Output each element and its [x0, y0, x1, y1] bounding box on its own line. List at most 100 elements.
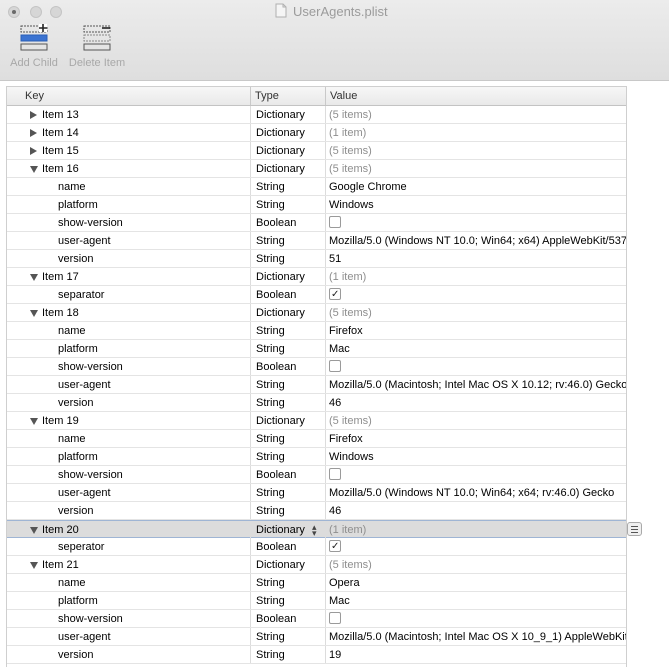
key-cell[interactable]: Item 15 — [7, 142, 251, 159]
disclosure-triangle-expanded-icon[interactable] — [30, 527, 38, 534]
key-cell[interactable]: Item 17 — [7, 268, 251, 285]
key-cell[interactable]: platform — [7, 196, 251, 213]
key-cell[interactable]: version — [7, 394, 251, 411]
checkbox-unchecked[interactable] — [329, 612, 341, 625]
disclosure-triangle-expanded-icon[interactable] — [30, 166, 38, 173]
value-cell[interactable]: Mozilla/5.0 (Windows NT 10.0; Win64; x64… — [326, 484, 626, 501]
type-cell[interactable]: String — [251, 646, 326, 663]
value-cell[interactable]: (5 items) — [326, 304, 626, 321]
table-row[interactable]: show-version Boolean — [7, 610, 626, 628]
type-cell[interactable]: Dictionary — [251, 268, 326, 285]
type-cell[interactable]: Boolean — [251, 466, 326, 483]
disclosure-triangle-expanded-icon[interactable] — [30, 418, 38, 425]
type-cell[interactable]: Boolean — [251, 538, 326, 555]
row-options-button[interactable] — [627, 522, 642, 536]
type-cell[interactable]: String — [251, 394, 326, 411]
disclosure-triangle-collapsed-icon[interactable] — [30, 111, 37, 119]
table-row[interactable]: platform String Windows — [7, 196, 626, 214]
key-cell[interactable]: show-version — [7, 214, 251, 231]
type-cell[interactable]: String — [251, 502, 326, 519]
table-row[interactable]: Item 14 Dictionary (1 item) — [7, 124, 626, 142]
table-row[interactable]: user-agent String Mozilla/5.0 (Windows NT … — [7, 484, 626, 502]
type-cell[interactable]: String — [251, 322, 326, 339]
key-cell[interactable]: version — [7, 502, 251, 519]
value-cell[interactable]: Mozilla/5.0 (Macintosh; Intel Mac OS X 1… — [326, 376, 626, 393]
type-cell[interactable]: Dictionary ▴ ▾ — [251, 521, 326, 538]
checkbox-checked[interactable] — [329, 286, 341, 303]
type-cell[interactable]: String — [251, 196, 326, 213]
type-cell[interactable]: String — [251, 592, 326, 609]
key-cell[interactable]: Item 14 — [7, 124, 251, 141]
type-cell[interactable]: Dictionary — [251, 106, 326, 123]
minimize-window-button[interactable] — [30, 6, 42, 18]
value-cell[interactable]: 19 — [326, 646, 626, 663]
key-cell[interactable]: platform — [7, 592, 251, 609]
type-cell[interactable]: Boolean — [251, 610, 326, 627]
key-cell[interactable]: show-version — [7, 358, 251, 375]
value-cell[interactable]: Opera — [326, 574, 626, 591]
type-cell[interactable]: String — [251, 448, 326, 465]
disclosure-triangle-collapsed-icon[interactable] — [30, 147, 37, 155]
value-cell[interactable]: (5 items) — [326, 142, 626, 159]
key-cell[interactable]: name — [7, 322, 251, 339]
key-cell[interactable]: user-agent — [7, 484, 251, 501]
type-cell[interactable]: String — [251, 376, 326, 393]
disclosure-triangle-expanded-icon[interactable] — [30, 310, 38, 317]
key-cell[interactable]: seperator — [7, 538, 251, 555]
table-row[interactable]: show-version Boolean — [7, 466, 626, 484]
value-cell[interactable]: 46 — [326, 394, 626, 411]
value-cell[interactable]: 46 — [326, 502, 626, 519]
table-row[interactable]: user-agent String Mozilla/5.0 (Macintosh; … — [7, 376, 626, 394]
table-row[interactable]: platform String Windows — [7, 448, 626, 466]
table-row[interactable]: version String 19 — [7, 646, 626, 664]
disclosure-triangle-expanded-icon[interactable] — [30, 274, 38, 281]
value-cell[interactable]: Mozilla/5.0 (Windows NT 10.0; Win64; x64… — [326, 232, 626, 249]
table-row[interactable]: show-version Boolean — [7, 358, 626, 376]
key-cell[interactable]: show-version — [7, 610, 251, 627]
key-cell[interactable]: Item 21 — [7, 556, 251, 573]
type-cell[interactable]: Boolean — [251, 286, 326, 303]
type-cell[interactable]: String — [251, 178, 326, 195]
key-cell[interactable]: Item 16 — [7, 160, 251, 177]
table-row[interactable]: Item 16 Dictionary (5 items) — [7, 160, 626, 178]
zoom-window-button[interactable] — [50, 6, 62, 18]
value-cell[interactable]: Mozilla/5.0 (Macintosh; Intel Mac OS X 1… — [326, 628, 626, 645]
checkbox-unchecked[interactable] — [329, 216, 341, 229]
table-row[interactable]: Item 21 Dictionary (5 items) — [7, 556, 626, 574]
table-row[interactable]: name String Google Chrome — [7, 178, 626, 196]
table-row[interactable]: Item 18 Dictionary (5 items) — [7, 304, 626, 322]
type-cell[interactable]: String — [251, 430, 326, 447]
plist-outline-view[interactable]: Key Type Value Item 13 Dictionary (5 items… — [6, 86, 627, 667]
key-cell[interactable]: show-version — [7, 466, 251, 483]
key-cell[interactable]: separator — [7, 286, 251, 303]
table-row[interactable]: version String 46 — [7, 502, 626, 520]
value-cell[interactable]: Google Chrome — [326, 178, 626, 195]
type-cell[interactable]: String — [251, 250, 326, 267]
add-child-button[interactable]: Add Child — [8, 24, 60, 69]
value-cell[interactable] — [326, 286, 626, 303]
type-cell[interactable]: String — [251, 628, 326, 645]
type-cell[interactable]: String — [251, 232, 326, 249]
value-cell[interactable]: Firefox — [326, 430, 626, 447]
type-cell[interactable]: String — [251, 484, 326, 501]
key-cell[interactable]: Item 20 — [7, 521, 251, 538]
column-header-type[interactable]: Type — [251, 87, 326, 105]
table-row[interactable]: seperator Boolean — [7, 538, 626, 556]
value-cell[interactable]: Mac — [326, 592, 626, 609]
value-cell[interactable]: Windows — [326, 448, 626, 465]
table-row[interactable]: separator Boolean — [7, 286, 626, 304]
key-cell[interactable]: name — [7, 178, 251, 195]
key-cell[interactable]: Item 18 — [7, 304, 251, 321]
type-cell[interactable]: Dictionary — [251, 160, 326, 177]
type-cell[interactable]: Boolean — [251, 358, 326, 375]
type-cell[interactable]: Dictionary — [251, 412, 326, 429]
value-cell[interactable]: (5 items) — [326, 160, 626, 177]
type-cell[interactable]: Dictionary — [251, 556, 326, 573]
type-cell[interactable]: String — [251, 340, 326, 357]
key-cell[interactable]: version — [7, 250, 251, 267]
type-cell[interactable]: Boolean — [251, 214, 326, 231]
value-cell[interactable] — [326, 466, 626, 483]
value-cell[interactable] — [326, 358, 626, 375]
table-row[interactable]: Item 19 Dictionary (5 items) — [7, 412, 626, 430]
table-row[interactable]: Item 20 Dictionary ▴ ▾ (1 item) — [7, 520, 626, 538]
